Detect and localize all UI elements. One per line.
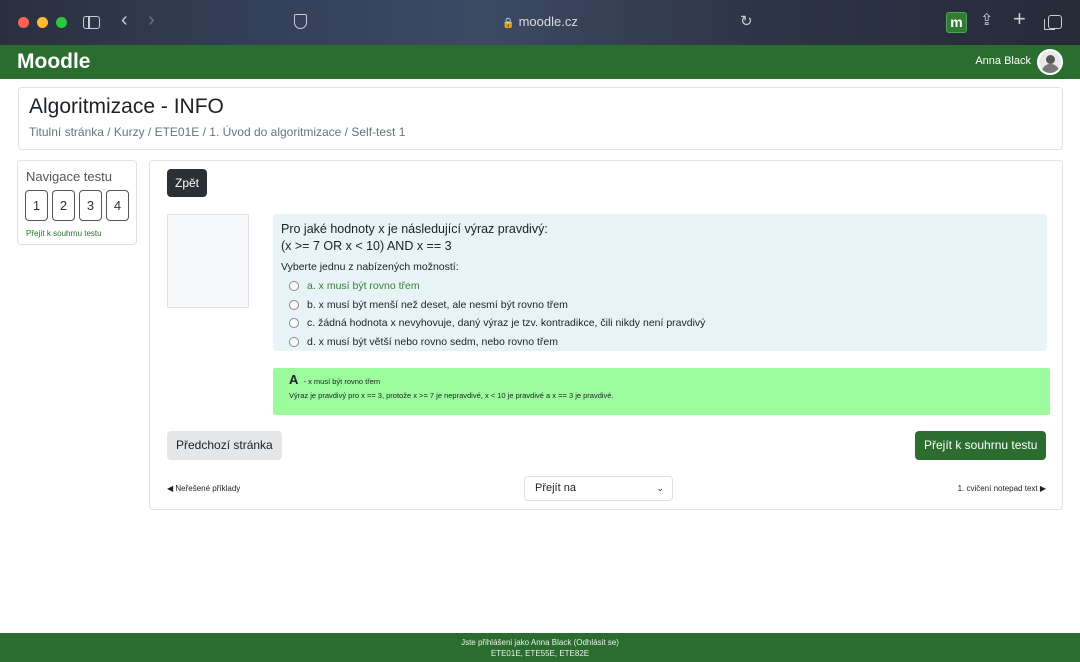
question-nav-buttons: 1 2 3 4 xyxy=(25,190,129,221)
question-info-box xyxy=(167,214,249,308)
radio-button[interactable] xyxy=(289,336,299,347)
browser-toolbar: ‹ › 🔒 moodle.cz ↻ m ⇪ + xyxy=(0,0,1080,45)
site-logo[interactable]: Moodle xyxy=(17,50,91,74)
finish-attempt-link[interactable]: Přejít k souhrnu testu xyxy=(26,229,102,238)
question-text-line-2: (x >= 7 OR x < 10) AND x == 3 xyxy=(281,239,452,253)
back-button[interactable]: Zpět xyxy=(167,169,208,197)
answer-label: c. žádná hodnota x nevyhovuje, daný výra… xyxy=(307,317,706,330)
feedback-letter: A xyxy=(289,372,299,387)
previous-activity-link[interactable]: ◀ Neřešené příklady xyxy=(167,484,240,493)
quiz-navigation-block: Navigace testu 1 2 3 4 Přejít k souhrnu … xyxy=(17,160,137,245)
radio-button[interactable] xyxy=(289,281,299,292)
answer-option-a[interactable]: a. x musí být rovno třem xyxy=(289,277,705,296)
page-title: Algoritmizace - INFO xyxy=(29,95,224,118)
url-text: moodle.cz xyxy=(518,14,578,29)
question-region: Zpět Pro jaké hodnoty x je následující v… xyxy=(149,160,1063,510)
question-nav-button-4[interactable]: 4 xyxy=(106,190,129,221)
reload-icon[interactable]: ↻ xyxy=(740,12,753,32)
answer-option-d[interactable]: d. x musí být větší nebo rovno sedm, neb… xyxy=(289,333,705,352)
course-codes: ETE01E, ETE55E, ETE82E xyxy=(490,649,590,658)
next-activity-link[interactable]: 1. cvičení notepad text ▶ xyxy=(958,484,1046,493)
page-header: Algoritmizace - INFO Titulní stránka / K… xyxy=(18,87,1063,150)
breadcrumb[interactable]: Titulní stránka / Kurzy / ETE01E / 1. Úv… xyxy=(29,125,405,139)
jump-to-label: Přejít na xyxy=(535,482,576,494)
jump-to-select[interactable]: Přejít na ⌄ xyxy=(524,476,673,501)
question-formulation: Pro jaké hodnoty x je následující výraz … xyxy=(273,214,1047,351)
address-bar[interactable]: 🔒 moodle.cz xyxy=(0,14,1080,29)
page-footer: Jste přihlášeni jako Anna Black (Odhlási… xyxy=(0,633,1080,662)
answer-option-b[interactable]: b. x musí být menší než deset, ale nesmí… xyxy=(289,296,705,315)
moodle-extension-icon[interactable]: m xyxy=(946,12,967,33)
answer-option-c[interactable]: c. žádná hodnota x nevyhovuje, daný výra… xyxy=(289,314,705,333)
question-nav-button-1[interactable]: 1 xyxy=(25,190,48,221)
login-info[interactable]: Jste přihlášeni jako Anna Black (Odhlási… xyxy=(0,637,1080,648)
question-text: Pro jaké hodnoty x je následující výraz … xyxy=(281,221,548,255)
answer-label: d. x musí být větší nebo rovno sedm, neb… xyxy=(307,335,558,348)
finish-attempt-button[interactable]: Přejít k souhrnu testu xyxy=(915,431,1047,460)
question-nav-button-3[interactable]: 3 xyxy=(79,190,102,221)
feedback-explanation: Výraz je pravdivý pro x == 3, protože x … xyxy=(289,391,614,400)
answer-list: a. x musí být rovno třem b. x musí být m… xyxy=(289,277,705,351)
question-text-line-1: Pro jaké hodnoty x je následující výraz … xyxy=(281,222,548,236)
lock-icon: 🔒 xyxy=(502,18,515,29)
answer-feedback: A - x musí být rovno třem Výraz je pravd… xyxy=(273,368,1050,415)
answer-prompt: Vyberte jednu z nabízených možností: xyxy=(281,261,459,273)
previous-page-button[interactable]: Předchozí stránka xyxy=(167,431,282,460)
feedback-summary-text: - x musí být rovno třem xyxy=(303,377,381,386)
answer-label: b. x musí být menší než deset, ale nesmí… xyxy=(307,298,568,311)
site-navbar: Moodle Anna Black xyxy=(0,45,1080,79)
tab-overview-icon[interactable] xyxy=(1044,15,1062,30)
question-nav-button-2[interactable]: 2 xyxy=(52,190,75,221)
avatar[interactable] xyxy=(1037,49,1063,75)
user-name[interactable]: Anna Black xyxy=(975,55,1031,67)
chevron-down-icon: ⌄ xyxy=(656,483,664,493)
share-icon[interactable]: ⇪ xyxy=(980,11,993,31)
new-tab-icon[interactable]: + xyxy=(1013,8,1026,30)
feedback-summary: A - x musí být rovno třem xyxy=(289,372,380,387)
radio-button[interactable] xyxy=(289,299,299,310)
radio-button[interactable] xyxy=(289,318,299,329)
quiz-navigation-title: Navigace testu xyxy=(26,169,112,184)
answer-label: a. x musí být rovno třem xyxy=(307,280,420,293)
